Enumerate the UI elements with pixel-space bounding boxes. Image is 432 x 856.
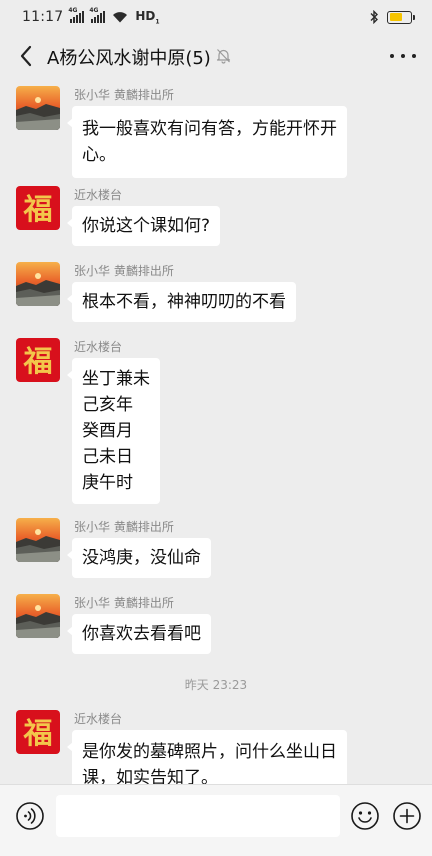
message-bubble[interactable]: 是你发的墓碑照片，问什么坐山日 课，如实告知了。 [67, 730, 347, 784]
message-line: 癸酉月 [82, 421, 133, 441]
message-line: 己未日 [82, 447, 133, 467]
emoji-icon[interactable] [350, 801, 380, 831]
avatar-fu[interactable]: 福 [16, 186, 60, 230]
message-bubble[interactable]: 我一般喜欢有问有答，方能开怀开 心。 [67, 106, 347, 178]
avatar-fu[interactable]: 福 [16, 710, 60, 754]
message-line: 坐丁兼未 [82, 369, 150, 389]
battery-icon [387, 10, 415, 24]
fu-character-icon: 福 [16, 710, 60, 754]
sender-name: 张小华 黄麟排出所 [74, 520, 174, 534]
fu-character-icon: 福 [16, 338, 60, 382]
message-bubble[interactable]: 坐丁兼未 己亥年 癸酉月 己未日 庚午时 [67, 358, 160, 504]
message-input[interactable] [56, 795, 340, 837]
message-bubble[interactable]: 没鸿庚，没仙命 [67, 538, 211, 578]
signal-icon-2: 4G [89, 7, 106, 23]
sunset-landscape-icon [16, 518, 60, 562]
sender-name: 近水楼台 [74, 340, 123, 354]
message-bubble[interactable]: 你说这个课如何? [66, 206, 221, 246]
signal-icon: 4G [68, 7, 85, 23]
wifi-icon [113, 12, 128, 23]
avatar-sunset[interactable] [16, 86, 60, 130]
more-button[interactable] [390, 46, 416, 66]
chat-title: A杨公风水谢中原(5) [47, 48, 211, 69]
svg-text:福: 福 [22, 344, 52, 378]
message-bubble[interactable]: 根本不看，神神叨叨的不看 [67, 282, 296, 322]
avatar-sunset[interactable] [16, 262, 60, 306]
message-line: 庚午时 [82, 473, 133, 493]
chat-header: A杨公风水谢中原(5) [0, 34, 432, 78]
sender-name: 张小华 黄麟排出所 [74, 596, 174, 610]
svg-text:福: 福 [22, 716, 52, 750]
sunset-landscape-icon [16, 262, 60, 306]
timestamp: 昨天 23:23 [184, 678, 248, 692]
chevron-left-icon [20, 45, 32, 67]
status-bar: 11:17 4G 4G HD1 [0, 0, 432, 34]
more-icon [390, 54, 394, 58]
message-line: 己亥年 [82, 395, 133, 415]
message-line: 我一般喜欢有问有答，方能开怀开 [82, 119, 337, 139]
back-button[interactable] [14, 42, 38, 70]
svg-text:福: 福 [22, 192, 52, 226]
message-bubble[interactable]: 你喜欢去看看吧 [67, 614, 211, 654]
message-line: 心。 [82, 145, 116, 165]
message-list[interactable]: 张小华 黄麟排出所 我一般喜欢有问有答，方能开怀开 心。 福 近水楼台 你说这个… [0, 78, 432, 784]
sunset-landscape-icon [16, 594, 60, 638]
avatar-sunset[interactable] [16, 594, 60, 638]
message-line: 你说这个课如何? [82, 216, 211, 236]
avatar-fu[interactable]: 福 [16, 338, 60, 382]
message-line: 是你发的墓碑照片，问什么坐山日 [82, 742, 337, 762]
sender-name: 张小华 黄麟排出所 [74, 88, 174, 102]
message-line: 根本不看，神神叨叨的不看 [82, 292, 286, 312]
avatar-sunset[interactable] [16, 518, 60, 562]
message-line: 没鸿庚，没仙命 [82, 548, 201, 568]
status-time: 11:17 [22, 8, 64, 25]
sender-name: 近水楼台 [74, 188, 123, 202]
message-line: 你喜欢去看看吧 [82, 624, 201, 644]
sunset-landscape-icon [16, 86, 60, 130]
sender-name: 近水楼台 [74, 712, 123, 726]
voice-icon[interactable] [15, 801, 45, 831]
message-line: 课，如实告知了。 [82, 768, 218, 784]
bell-off-icon [216, 49, 231, 64]
bluetooth-icon [370, 10, 378, 24]
plus-icon[interactable] [392, 801, 422, 831]
fu-character-icon: 福 [16, 186, 60, 230]
hd-icon: HD1 [135, 8, 160, 26]
input-bar [0, 784, 432, 856]
sender-name: 张小华 黄麟排出所 [74, 264, 174, 278]
